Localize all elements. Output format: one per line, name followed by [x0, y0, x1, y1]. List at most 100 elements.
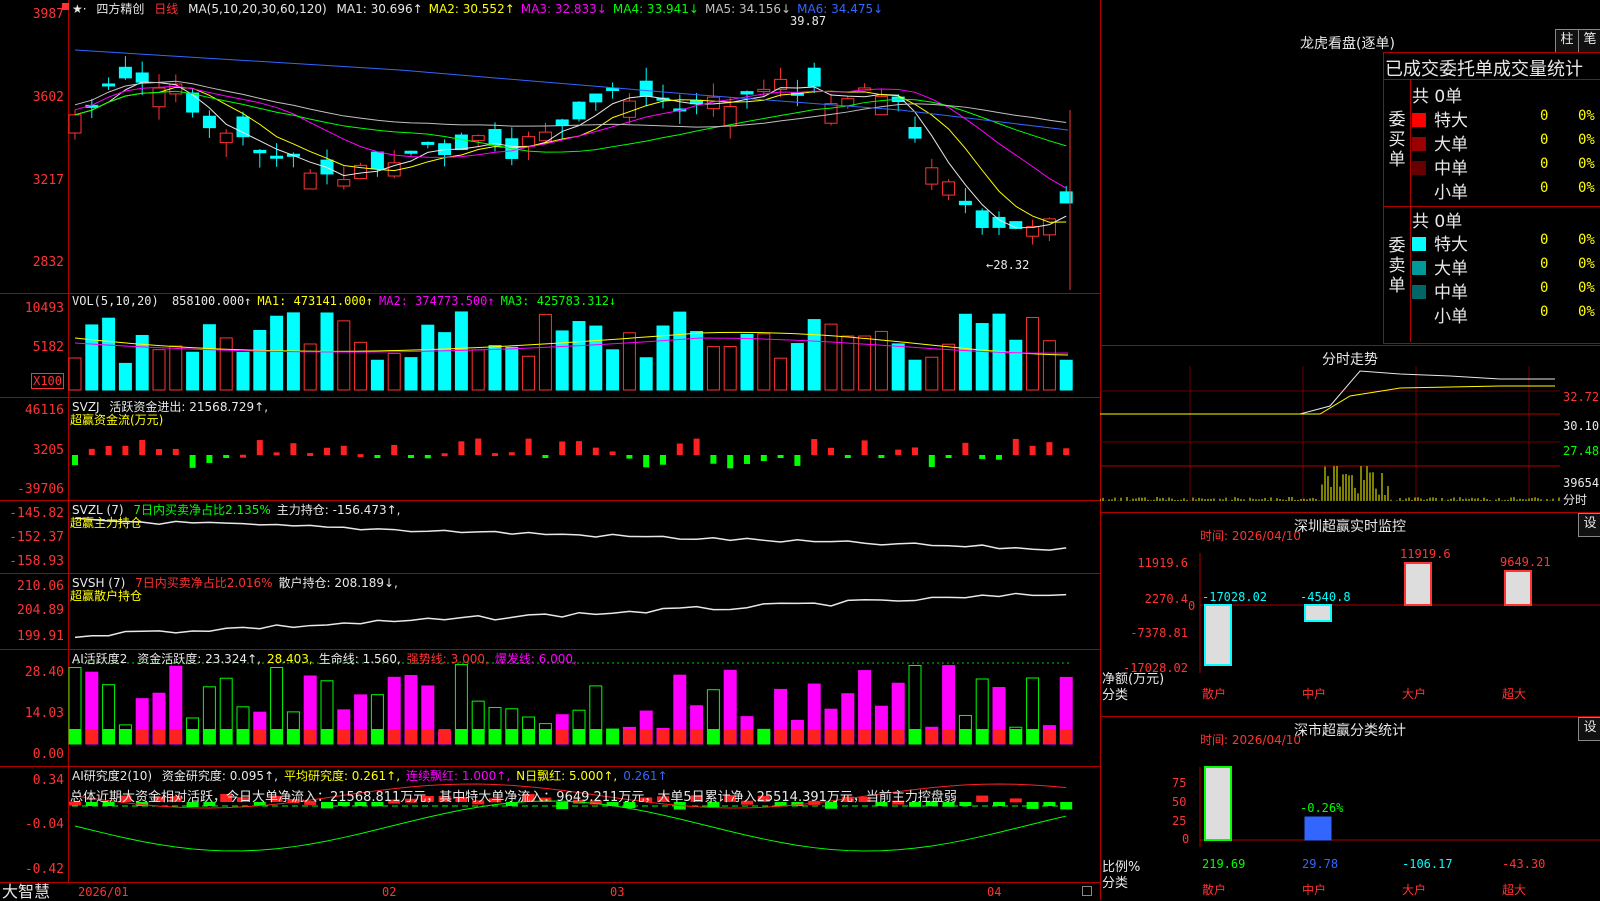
flow-bar	[341, 446, 347, 455]
candle	[1043, 219, 1055, 235]
intraday-panel[interactable]: 分时走势 32.72 30.10 27.48 39654 分时	[1100, 345, 1600, 508]
flow-bar	[442, 453, 448, 456]
volume-bar	[943, 344, 955, 390]
flow-bar	[559, 441, 565, 455]
ai-active-panel[interactable]: 28.40 14.03 0.00 AI活跃度2 资金活跃度: 23.324↑, 2…	[0, 649, 1100, 767]
brand-logo: 大智慧	[2, 883, 50, 901]
flow-bar	[89, 449, 95, 455]
candle	[724, 106, 736, 126]
vol-label: VOL(5,10,20)	[72, 294, 159, 308]
svzl-panel[interactable]: -145.82 -152.37 -158.93 SVZL (7) 7日内买卖净占…	[0, 500, 1100, 574]
volume-bar	[506, 347, 518, 390]
volume-bar	[1060, 360, 1072, 390]
svzj-subtitle: 超赢资金流(万元)	[70, 411, 163, 428]
activity-base	[304, 729, 316, 744]
sz-monitor-panel[interactable]: 深圳超赢实时监控 设 时间: 2026/04/10 11919.6 2270.4…	[1100, 512, 1600, 717]
ma-value: MA2: 30.552↑	[429, 2, 515, 16]
activity-base	[489, 729, 501, 744]
stock-name[interactable]: 四方精创	[96, 2, 144, 16]
order-count: 0	[1540, 180, 1548, 196]
bar-value: 219.69	[1202, 857, 1245, 871]
candle	[472, 136, 484, 141]
flow-bar	[643, 455, 649, 467]
period-label[interactable]: 日线	[154, 2, 178, 16]
candle	[119, 67, 131, 78]
order-label: 中单	[1434, 283, 1468, 303]
buy-side-label: 委买单	[1386, 110, 1408, 170]
flow-bar	[106, 446, 112, 455]
volume-bar	[590, 326, 602, 390]
axis-title: 分类	[1102, 684, 1128, 703]
volume-bar	[640, 358, 652, 390]
order-pct: 0%	[1578, 304, 1595, 320]
candle	[237, 117, 249, 137]
order-label: 中单	[1434, 159, 1468, 179]
ai-research-panel[interactable]: 0.34 -0.04 -0.42 AI研究度2(10) 资金研究度: 0.095…	[0, 766, 1100, 883]
svsh-panel[interactable]: 210.06 204.89 199.91 SVSH (7) 7日内买卖净占比2.…	[0, 573, 1100, 650]
volume-bar	[220, 338, 232, 390]
svzj-panel[interactable]: 46116 3205 -39706 SVZJ 活跃资金进出: 21568.729…	[0, 397, 1100, 501]
category-label: 散户	[1202, 881, 1226, 898]
price-panel[interactable]: 3987 3602 3217 2832 ★· 四方精创 日线 MA(5,10,2…	[0, 0, 1100, 294]
flow-bar	[408, 455, 414, 458]
activity-base	[674, 729, 686, 744]
research-bar	[993, 802, 1005, 806]
candle	[136, 73, 148, 82]
high-price-label: 39.87	[790, 14, 826, 28]
ma-line	[75, 87, 1066, 222]
vol-value: 858100.000↑	[172, 294, 251, 308]
price-indicator-line: ★· 四方精创 日线 MA(5,10,20,30,60,120) MA1: 30…	[72, 0, 895, 17]
activity-base	[287, 729, 299, 744]
sz-class-chart	[1100, 717, 1600, 901]
candle	[808, 68, 820, 86]
ai-active-value: 爆发线: 6.000,	[495, 652, 577, 666]
volume-chart	[0, 293, 1100, 397]
activity-base	[439, 729, 451, 744]
flow-bar	[458, 441, 464, 455]
flow-bar	[156, 449, 162, 455]
flow-bar	[307, 453, 313, 456]
sz-class-panel[interactable]: 深市超赢分类统计 设 时间: 2026/04/10 75 50 25 0 -0.…	[1100, 716, 1600, 901]
y-label: 75	[1172, 776, 1186, 790]
ai-active-value: 强势线: 3.000,	[407, 652, 489, 666]
category-label: 超大	[1502, 881, 1526, 898]
order-count: 0	[1540, 280, 1548, 296]
volume-bar	[371, 360, 383, 390]
column-view-button[interactable]: 柱	[1555, 29, 1579, 53]
star-icon: ★·	[72, 2, 87, 16]
activity-base	[573, 729, 585, 744]
research-line	[75, 801, 1066, 851]
order-row: 中单	[1412, 278, 1468, 303]
volume-bar	[539, 314, 551, 390]
order-pct: 0%	[1578, 132, 1595, 148]
candle	[556, 120, 568, 126]
divider	[1383, 79, 1600, 80]
y-label: 39654	[1563, 476, 1599, 490]
flow-bar	[878, 455, 884, 458]
flow-bar	[1046, 442, 1052, 455]
bar-value: -43.30	[1502, 857, 1545, 871]
activity-base	[170, 729, 182, 744]
ratio-bar	[1305, 817, 1331, 840]
order-row: 小单	[1412, 178, 1468, 203]
stroke-view-button[interactable]: 笔	[1578, 29, 1600, 53]
flow-bar	[962, 443, 968, 455]
axis-title: 分类	[1102, 872, 1128, 891]
candle	[69, 115, 81, 133]
volume-bar	[1010, 340, 1022, 390]
lock-icon[interactable]	[1082, 886, 1092, 896]
ma-line	[75, 81, 1066, 127]
ai-research-value: N日飘红: 5.000↑,	[516, 769, 617, 783]
activity-base	[187, 729, 199, 744]
date-tick: 02	[382, 885, 396, 899]
flow-bar	[845, 455, 851, 458]
order-row: 大单	[1412, 130, 1468, 155]
flow-bar	[946, 455, 952, 458]
order-count: 0	[1540, 156, 1548, 172]
volume-panel[interactable]: 10493 5182 X100 VOL(5,10,20) 858100.000↑…	[0, 293, 1100, 398]
candle	[489, 130, 501, 146]
candle	[993, 217, 1005, 227]
divider	[1410, 79, 1411, 342]
date-tick: 2026/01	[78, 885, 129, 899]
date-tick: 03	[610, 885, 624, 899]
